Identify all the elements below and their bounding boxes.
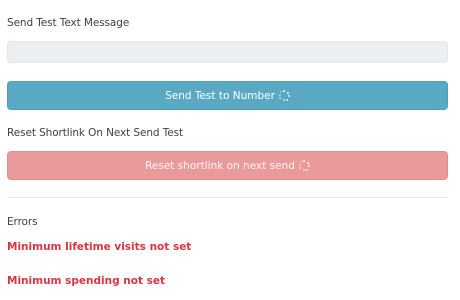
spinner-icon <box>298 160 310 171</box>
test-message-label: Send Test Text Message <box>7 17 130 29</box>
test-message-input[interactable] <box>7 41 448 63</box>
send-test-button-label: Send Test to Number <box>165 89 275 102</box>
errors-heading: Errors <box>7 216 38 228</box>
send-test-button[interactable]: Send Test to Number <box>7 81 448 110</box>
spinner-icon <box>278 90 290 101</box>
reset-shortlink-button-label: Reset shortlink on next send <box>145 159 295 172</box>
error-message: Minimum lifetime visits not set <box>7 241 192 253</box>
error-message: Minimum spending not set <box>7 275 166 287</box>
section-divider <box>7 197 448 198</box>
reset-shortlink-button[interactable]: Reset shortlink on next send <box>7 151 448 180</box>
reset-shortlink-label: Reset Shortlink On Next Send Test <box>7 127 183 139</box>
